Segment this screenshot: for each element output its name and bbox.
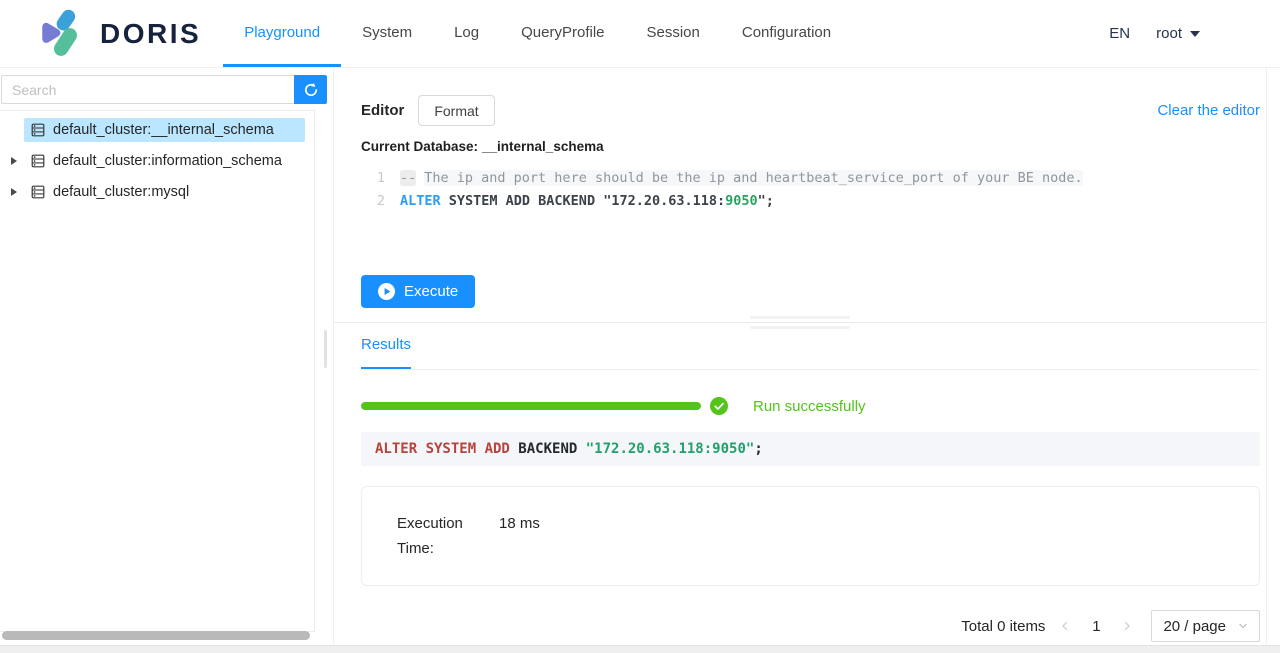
database-icon — [31, 185, 45, 199]
user-menu[interactable]: root — [1156, 25, 1200, 42]
tree-item-label: default_cluster:mysql — [53, 184, 189, 200]
results-resizer[interactable] — [334, 322, 1266, 323]
sql-keyword: ALTER — [400, 193, 441, 209]
results-tabs: Results — [361, 323, 1260, 370]
echo-keyword: ALTER SYSTEM ADD — [375, 441, 518, 457]
nav-item-log[interactable]: Log — [433, 0, 500, 67]
search-row — [1, 75, 327, 104]
page-body: default_cluster:__internal_schema defaul… — [0, 68, 1280, 645]
play-icon — [378, 283, 395, 300]
echo-string: "172.20.63.118:9050" — [586, 441, 755, 457]
brand: DORIS — [35, 0, 201, 67]
sql-body: SYSTEM ADD BACKEND "172.20.63.118: — [441, 193, 725, 209]
execution-time-label: Execution Time: — [397, 511, 499, 585]
expand-caret-icon[interactable] — [4, 157, 24, 165]
expand-caret-icon[interactable] — [4, 188, 24, 196]
sql-port: 9050 — [725, 193, 758, 209]
nav-item-playground[interactable]: Playground — [223, 0, 341, 67]
user-name: root — [1156, 25, 1182, 42]
comment-text: The ip and port here should be the ip an… — [424, 170, 1082, 186]
tree-item-mysql[interactable]: default_cluster:mysql — [0, 176, 314, 207]
format-button[interactable]: Format — [418, 95, 494, 126]
echo-object: BACKEND — [518, 441, 585, 457]
clear-editor-link[interactable]: Clear the editor — [1157, 102, 1260, 119]
bottom-strip — [0, 645, 1280, 653]
nav-item-system[interactable]: System — [341, 0, 433, 67]
database-icon — [31, 123, 45, 137]
nav-item-configuration[interactable]: Configuration — [721, 0, 852, 67]
database-tree: default_cluster:__internal_schema defaul… — [0, 110, 315, 632]
pagination: Total 0 items 1 20 / page — [361, 610, 1260, 642]
horizontal-scrollbar[interactable] — [2, 631, 310, 640]
nav-item-session[interactable]: Session — [626, 0, 721, 67]
tree-item-label: default_cluster:__internal_schema — [53, 122, 274, 138]
execution-time-value: 18 ms — [499, 511, 540, 585]
chevron-left-icon — [1059, 620, 1071, 632]
editor-title: Editor — [361, 102, 404, 119]
navbar-right: EN root — [1109, 0, 1280, 67]
page-size-select[interactable]: 20 / page — [1151, 610, 1260, 642]
chevron-down-icon — [1238, 621, 1248, 631]
page-size-value: 20 / page — [1163, 618, 1226, 635]
current-database: Current Database: __internal_schema — [361, 139, 1260, 154]
line-number: 2 — [361, 190, 385, 213]
check-circle-icon — [710, 397, 728, 415]
execution-time-box: Execution Time: 18 ms — [361, 486, 1260, 586]
execute-button[interactable]: Execute — [361, 275, 475, 308]
chevron-right-icon — [1121, 620, 1133, 632]
database-icon — [31, 154, 45, 168]
executed-sql: ALTER SYSTEM ADD BACKEND "172.20.63.118:… — [361, 432, 1260, 466]
tab-results[interactable]: Results — [361, 336, 411, 369]
pagination-total: Total 0 items — [961, 618, 1045, 635]
refresh-icon — [303, 82, 319, 98]
main-panel: Editor Format Clear the editor Current D… — [333, 68, 1267, 645]
current-page[interactable]: 1 — [1085, 618, 1107, 635]
status-message: Run successfully — [753, 398, 866, 415]
sql-tail: "; — [758, 193, 774, 209]
nav-item-queryprofile[interactable]: QueryProfile — [500, 0, 625, 67]
editor-header: Editor Format Clear the editor — [361, 95, 1260, 126]
run-status-row: Run successfully — [361, 397, 1260, 415]
sidebar: default_cluster:__internal_schema defaul… — [0, 68, 333, 645]
comment-marker: -- — [400, 170, 416, 186]
refresh-button[interactable] — [294, 75, 327, 104]
editor-line: 2 ALTER SYSTEM ADD BACKEND "172.20.63.118… — [361, 190, 1260, 213]
top-navbar: DORIS Playground System Log QueryProfile… — [0, 0, 1280, 68]
main-nav: Playground System Log QueryProfile Sessi… — [223, 0, 852, 67]
chevron-down-icon — [1190, 31, 1200, 37]
line-number: 1 — [361, 167, 385, 190]
tree-item-label: default_cluster:information_schema — [53, 153, 282, 169]
search-input[interactable] — [1, 75, 294, 104]
echo-semicolon: ; — [754, 441, 762, 457]
tree-item-internal-schema[interactable]: default_cluster:__internal_schema — [0, 114, 314, 145]
progress-fill — [361, 402, 701, 410]
sql-editor[interactable]: 1 -- The ip and port here should be the ip… — [361, 167, 1260, 269]
language-switcher[interactable]: EN — [1109, 25, 1130, 42]
next-page-button[interactable] — [1117, 618, 1137, 634]
editor-line: 1 -- The ip and port here should be the ip… — [361, 167, 1260, 190]
progress-bar — [361, 402, 701, 410]
prev-page-button[interactable] — [1055, 618, 1075, 634]
panel-resizer-handle[interactable] — [324, 330, 327, 368]
current-database-value: __internal_schema — [482, 139, 604, 154]
execute-label: Execute — [404, 283, 458, 300]
brand-name: DORIS — [100, 18, 201, 50]
doris-logo-icon — [35, 9, 87, 59]
current-database-label: Current Database: — [361, 139, 478, 154]
tree-item-information-schema[interactable]: default_cluster:information_schema — [0, 145, 314, 176]
